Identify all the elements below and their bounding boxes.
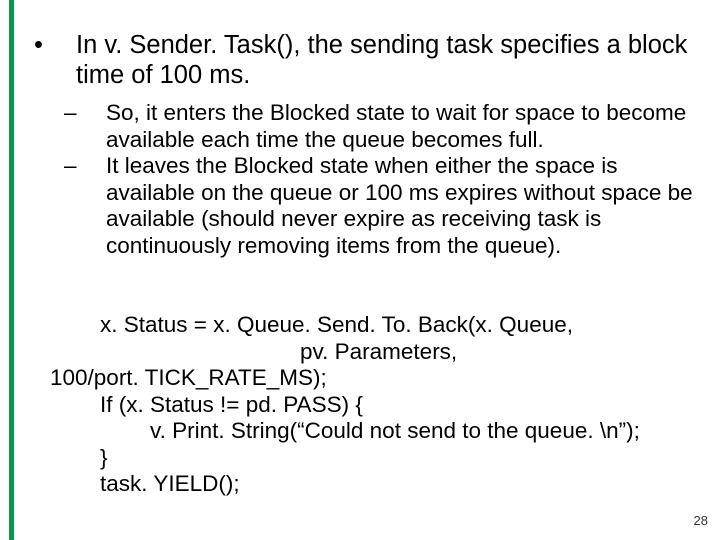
bullet-text: In v. Sender. Task(), the sending task s… xyxy=(76,31,687,89)
page-number: 28 xyxy=(694,513,708,528)
bullet-level-1: •In v. Sender. Task(), the sending task … xyxy=(20,30,700,90)
code-line: v. Print. String(“Could not send to the … xyxy=(50,418,640,443)
sub-bullet-text: It leaves the Blocked state when either … xyxy=(106,153,693,258)
bullet-level-2: –It leaves the Blocked state when either… xyxy=(20,153,700,259)
accent-bar xyxy=(9,0,14,540)
slide-content: •In v. Sender. Task(), the sending task … xyxy=(20,30,700,524)
code-line: } xyxy=(50,445,108,470)
code-line: pv. Parameters, xyxy=(50,339,457,364)
dash-marker: – xyxy=(85,100,106,127)
code-line: task. YIELD(); xyxy=(50,471,240,496)
code-block: x. Status = x. Queue. Send. To. Back(x. … xyxy=(20,285,700,524)
bullet-level-2: –So, it enters the Blocked state to wait… xyxy=(20,100,700,153)
bullet-marker: • xyxy=(55,30,76,60)
code-line: If (x. Status != pd. PASS) { xyxy=(50,392,363,417)
code-line: 100/port. TICK_RATE_MS); xyxy=(50,365,327,390)
dash-marker: – xyxy=(85,153,106,180)
code-line: x. Status = x. Queue. Send. To. Back(x. … xyxy=(50,312,573,337)
slide: •In v. Sender. Task(), the sending task … xyxy=(0,0,720,540)
sub-bullet-text: So, it enters the Blocked state to wait … xyxy=(106,100,686,152)
